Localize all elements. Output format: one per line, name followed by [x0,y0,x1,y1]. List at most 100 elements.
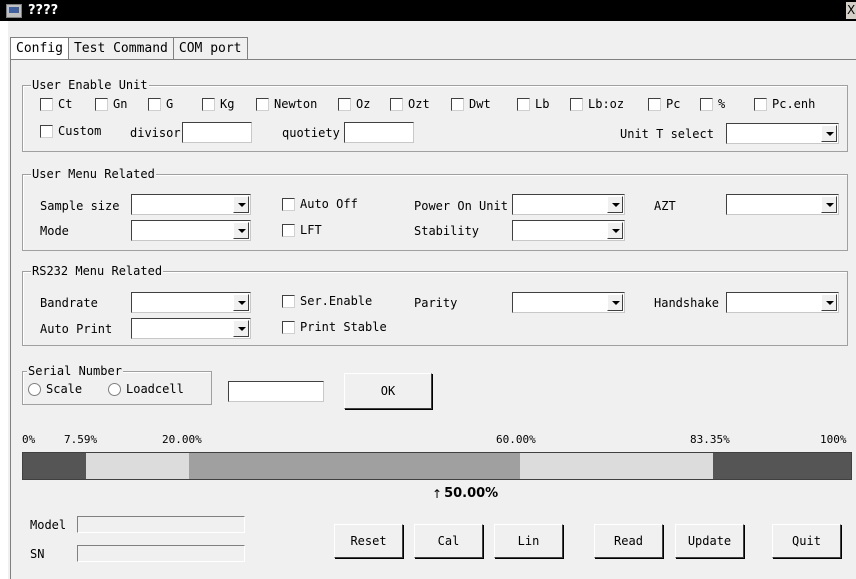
unit-label: Lb [535,97,550,111]
unit-checkbox-lboz[interactable]: Lb:oz [570,97,624,111]
bandrate-label: Bandrate [40,296,98,310]
auto-print-label: Auto Print [40,322,113,336]
tab-com-port[interactable]: COM port [172,37,248,59]
checkbox[interactable] [451,97,464,111]
unit-checkbox-percent[interactable]: % [700,97,725,111]
arrow-up-icon: ↑ [432,486,443,501]
radio-button[interactable] [28,382,41,396]
unit-checkbox-kg[interactable]: Kg [202,97,234,111]
sample-size-dropdown[interactable] [131,194,251,215]
power-on-unit-dropdown[interactable] [512,194,625,215]
checkbox[interactable] [648,97,661,111]
print-stable-checkbox[interactable]: Print Stable [282,320,387,334]
unit-checkbox-pc[interactable]: Pc [648,97,680,111]
checkbox[interactable] [256,97,269,111]
loadcell-label: Loadcell [126,382,184,396]
checkbox[interactable] [40,124,53,138]
auto-print-dropdown[interactable] [131,318,251,339]
parity-dropdown[interactable] [512,292,625,313]
checkbox[interactable] [148,97,161,111]
azt-dropdown[interactable] [726,194,839,215]
user-enable-unit-group: User Enable Unit [22,78,848,152]
lft-checkbox[interactable]: LFT [282,223,322,237]
checkbox[interactable] [40,97,53,111]
checkbox[interactable] [282,197,295,211]
chevron-down-icon[interactable] [233,320,249,337]
reset-button[interactable]: Reset [334,524,403,558]
chevron-down-icon[interactable] [233,294,249,311]
update-button[interactable]: Update [675,524,744,558]
checkbox[interactable] [570,97,583,111]
print-stable-label: Print Stable [300,320,387,334]
lft-label: LFT [300,223,322,237]
bandrate-dropdown[interactable] [131,292,251,313]
close-icon[interactable]: X [846,2,856,19]
unit-t-select-dropdown[interactable] [726,123,839,144]
unit-checkbox-lb[interactable]: Lb [517,97,549,111]
checkbox[interactable] [202,97,215,111]
handshake-dropdown[interactable] [726,292,839,313]
checkbox[interactable] [282,320,295,334]
lin-button[interactable]: Lin [494,524,563,558]
divisor-input[interactable] [182,122,252,143]
unit-label: Lb:oz [588,97,625,111]
tick-label: 7.59% [64,433,98,446]
unit-checkbox-ozt[interactable]: Ozt [390,97,430,111]
marker: ↑ 50.00% [432,486,498,501]
read-button[interactable]: Read [594,524,663,558]
ok-button[interactable]: OK [344,373,432,409]
sample-size-label: Sample size [40,199,120,213]
mode-label: Mode [40,224,69,238]
custom-checkbox[interactable]: Custom [40,124,101,138]
radio-button[interactable] [108,382,121,396]
range-segment [23,453,86,479]
unit-label: Pc.enh [772,97,816,111]
chevron-down-icon[interactable] [821,196,837,213]
unit-checkbox-dwt[interactable]: Dwt [451,97,491,111]
loadcell-radio[interactable]: Loadcell [108,382,184,396]
checkbox[interactable] [282,223,295,237]
unit-checkbox-ct[interactable]: Ct [40,97,72,111]
range-bar [22,452,852,480]
unit-checkbox-g[interactable]: G [148,97,173,111]
ser-enable-checkbox[interactable]: Ser.Enable [282,294,372,308]
quotiety-input[interactable] [344,122,414,143]
unit-checkbox-oz[interactable]: Oz [338,97,370,111]
unit-checkbox-pcenh[interactable]: Pc.enh [754,97,815,111]
checkbox[interactable] [754,97,767,111]
scale-radio[interactable]: Scale [28,382,82,396]
chevron-down-icon[interactable] [233,196,249,213]
checkbox[interactable] [517,97,530,111]
azt-label: AZT [654,199,676,213]
unit-label: Pc [666,97,681,111]
cal-button[interactable]: Cal [414,524,483,558]
chevron-down-icon[interactable] [607,294,623,311]
tab-test-command[interactable]: Test Command [67,37,174,59]
title-bar: ???? X [0,0,856,21]
sn-field [77,545,245,562]
quit-button[interactable]: Quit [772,524,841,558]
scale-label: Scale [46,382,83,396]
checkbox[interactable] [390,97,403,111]
chevron-down-icon[interactable] [821,125,837,142]
stability-dropdown[interactable] [512,220,625,241]
chevron-down-icon[interactable] [607,196,623,213]
power-on-unit-label: Power On Unit [414,199,508,213]
unit-checkbox-gn[interactable]: Gn [95,97,127,111]
serial-number-input[interactable] [228,381,324,402]
checkbox[interactable] [700,97,713,111]
chevron-down-icon[interactable] [233,222,249,239]
checkbox[interactable] [282,294,295,308]
unit-checkbox-newton[interactable]: Newton [256,97,317,111]
unit-label: Oz [356,97,371,111]
mode-dropdown[interactable] [131,220,251,241]
auto-off-checkbox[interactable]: Auto Off [282,197,358,211]
unit-label: Ozt [408,97,430,111]
checkbox[interactable] [95,97,108,111]
auto-off-label: Auto Off [300,197,358,211]
stability-label: Stability [414,224,480,238]
chevron-down-icon[interactable] [607,222,623,239]
chevron-down-icon[interactable] [821,294,837,311]
checkbox[interactable] [338,97,351,111]
tab-config[interactable]: Config [10,37,69,60]
